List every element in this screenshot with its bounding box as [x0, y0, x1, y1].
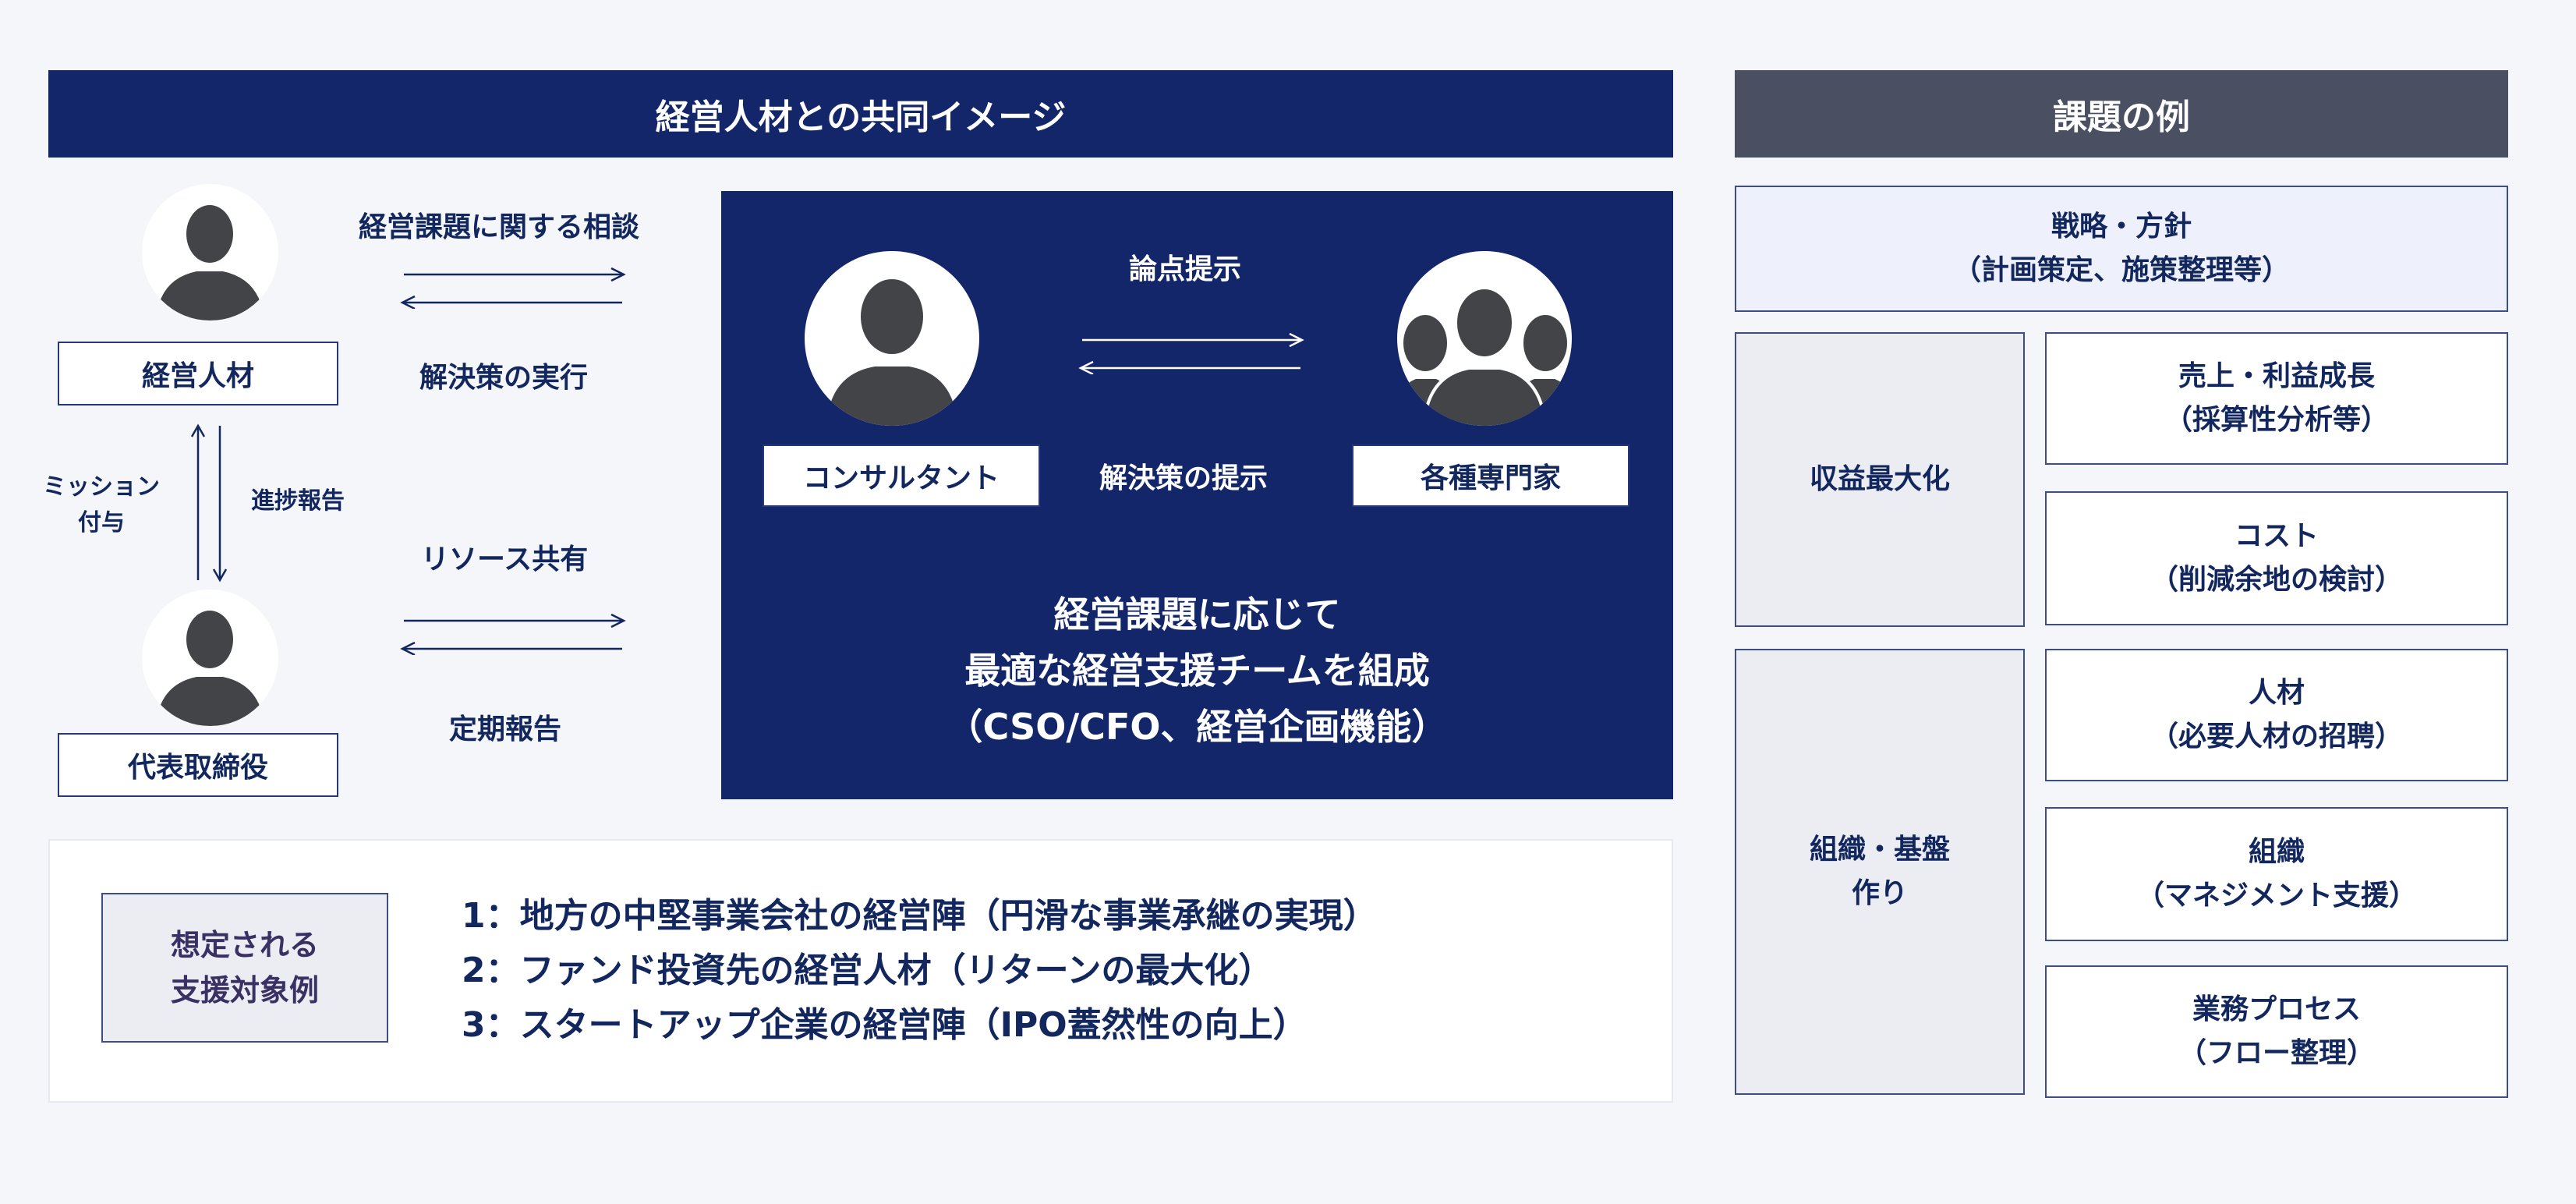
experts-label: 各種専門家: [1352, 444, 1629, 507]
progress-label: 進捗報告: [251, 487, 345, 515]
ceo-avatar: [142, 590, 278, 726]
consultant-label: コンサルタント: [763, 444, 1040, 507]
targets-list: 1：地方の中堅事業会社の経営陣（円滑な事業承継の実現） 2：ファンド投資先の経営…: [462, 889, 1378, 1053]
revenue-category: 収益最大化: [1735, 332, 2025, 627]
execute-label: 解決策の実行: [419, 362, 589, 394]
target-item: 3：スタートアップ企業の経営陣（IPO蓋然性の向上）: [462, 1005, 1307, 1045]
issues-header: 課題の例: [1735, 70, 2508, 158]
experts-avatar: [1397, 251, 1572, 426]
cost-box: コスト （削減余地の検討）: [2045, 491, 2508, 625]
solution-proposal-label: 解決策の提示: [1099, 462, 1269, 494]
executive-label: 経営人材: [58, 342, 338, 405]
talent-box: 人材 （必要人材の招聘）: [2045, 649, 2508, 781]
vertical-arrows: [190, 423, 228, 583]
organization-category: 組織・基盤 作り: [1735, 649, 2025, 1095]
consultant-avatar: [805, 251, 979, 426]
target-item: 1：地方の中堅事業会社の経営陣（円滑な事業承継の実現）: [462, 896, 1378, 936]
sales-box: 売上・利益成長 （採算性分析等）: [2045, 332, 2508, 465]
collaboration-header: 経営人材との共同イメージ: [48, 70, 1673, 158]
targets-label-box: 想定される 支援対象例: [101, 893, 388, 1043]
executive-avatar: [142, 184, 278, 320]
consult-arrows: [400, 267, 626, 309]
resource-arrows: [400, 613, 626, 655]
ceo-label: 代表取締役: [58, 733, 338, 797]
resource-label: リソース共有: [421, 544, 589, 575]
issues-presented-label: 論点提示: [1129, 253, 1242, 285]
team-description: 経営課題に応じて 最適な経営支援チームを組成 （CSO/CFO、経営企画機能）: [947, 593, 1448, 748]
person-icon: [826, 279, 957, 426]
organization-box: 組織 （マネジメント支援）: [2045, 807, 2508, 941]
target-item: 2：ファンド投資先の経営人材（リターンの最大化）: [462, 951, 1273, 990]
mission-label: ミッション 付与: [43, 473, 160, 536]
group-icon: [1397, 286, 1572, 426]
team-arrows: [1078, 332, 1304, 374]
person-icon: [156, 205, 264, 320]
strategy-box: 戦略・方針 （計画策定、施策整理等）: [1735, 186, 2508, 312]
person-icon: [156, 611, 264, 726]
report-label: 定期報告: [449, 714, 562, 745]
process-box: 業務プロセス （フロー整理）: [2045, 965, 2508, 1098]
consult-label: 経営課題に関する相談: [359, 211, 640, 243]
